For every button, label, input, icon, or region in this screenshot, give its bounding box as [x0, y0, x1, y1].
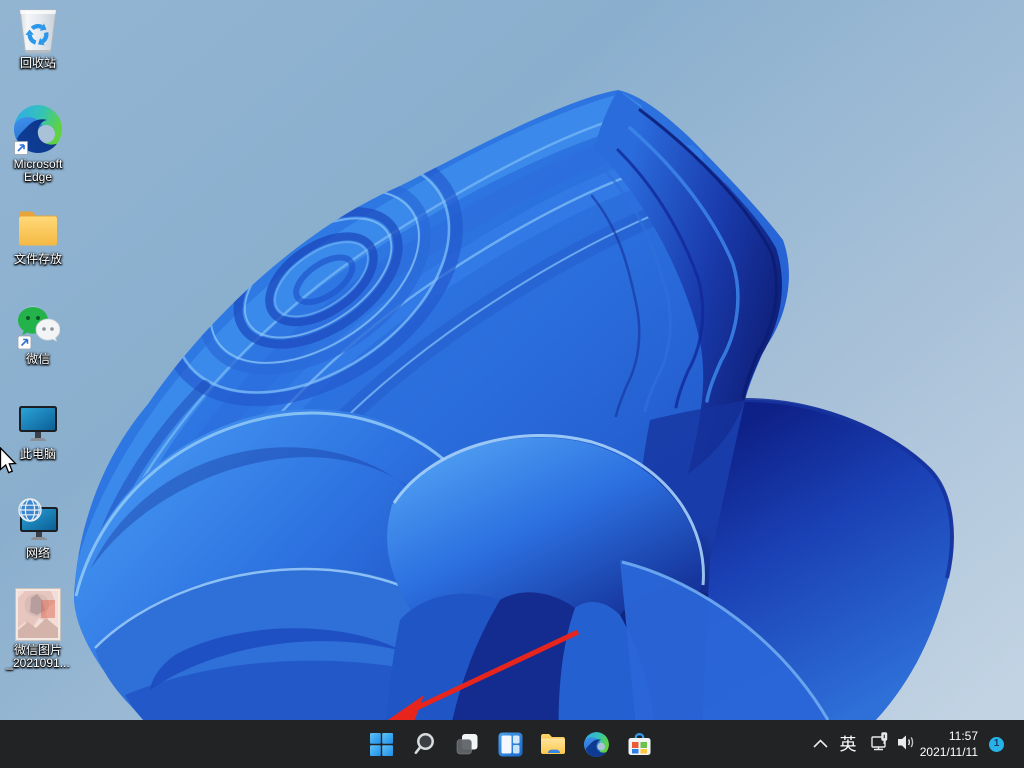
svg-text:英: 英: [840, 735, 857, 754]
